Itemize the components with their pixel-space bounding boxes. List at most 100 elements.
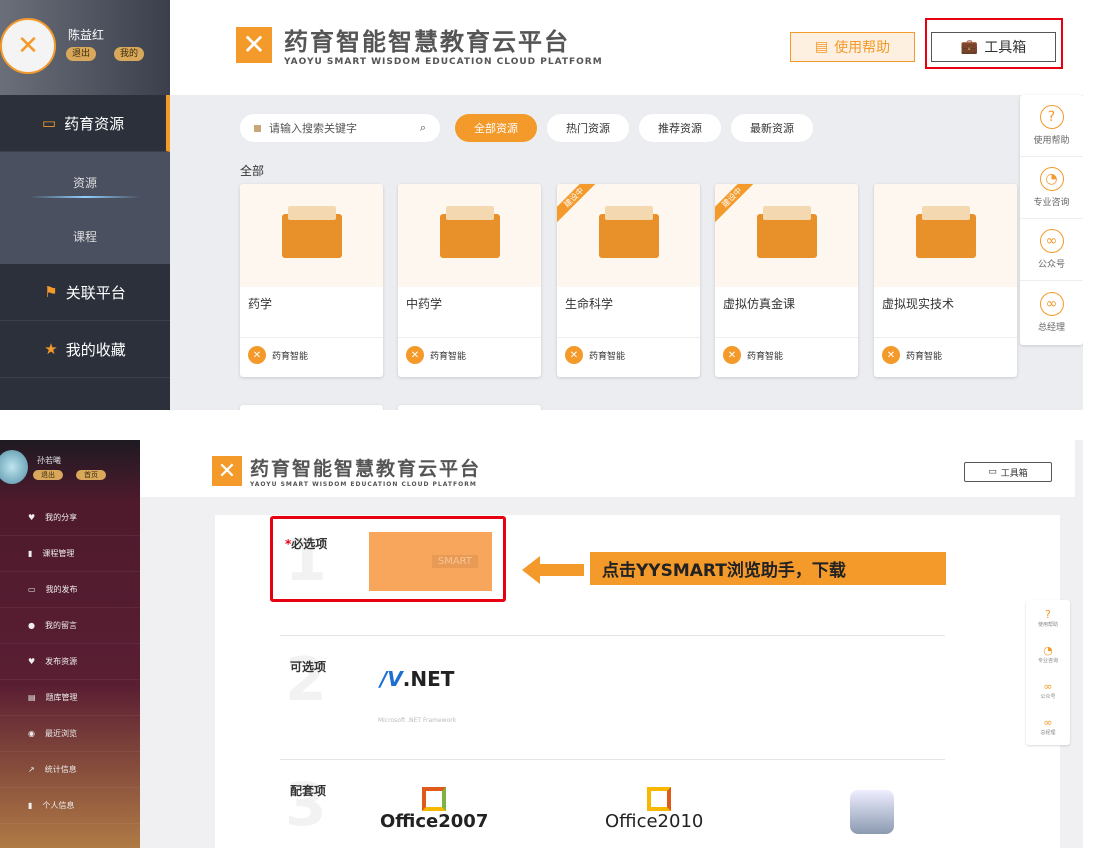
sidebar-item[interactable]: ▤ 题库管理	[0, 680, 140, 716]
qq-icon: ◔	[1039, 167, 1064, 191]
float-label: 公众号	[1040, 694, 1056, 700]
float-wechat[interactable]: ∞ 公众号	[1020, 219, 1083, 281]
dotnet-download[interactable]: /V.NET	[380, 667, 454, 691]
sub-item-resources[interactable]: 资源	[0, 174, 170, 191]
sidebar-label: 药育资源	[64, 114, 125, 133]
float-item[interactable]: ∞ 公众号	[1026, 672, 1070, 708]
filter-latest[interactable]: 最新资源	[731, 114, 813, 142]
sidebar-item[interactable]: ▭ 我的发布	[0, 572, 140, 608]
sidebar-item[interactable]: ◉ 最近浏览	[0, 716, 140, 752]
sidebar-label: 最近浏览	[44, 729, 77, 738]
highlight-box	[270, 516, 506, 602]
sub-item-courses[interactable]: 课程	[0, 228, 170, 245]
sidebar-item[interactable]: ♥ 发布资源	[0, 644, 140, 680]
callout-annotation: 点击YYSMART浏览助手，下载	[590, 552, 946, 585]
card-footer: ✕ 药育智能	[240, 337, 383, 372]
sidebar-label: 题库管理	[45, 693, 78, 702]
logout-button[interactable]: 退出	[33, 470, 63, 480]
card-footer: ✕ 药育智能	[874, 337, 1017, 372]
office2010-download[interactable]: Office2010	[605, 787, 703, 832]
user-panel: ✕ 陈益红 退出 我的	[0, 0, 170, 95]
sidebar-item-platforms[interactable]: ⚑ 关联平台	[0, 264, 170, 321]
owner-logo-icon: ✕	[882, 346, 900, 364]
float-consult[interactable]: ◔ 专业咨询	[1020, 157, 1083, 219]
float-item[interactable]: ◔ 专业咨询	[1026, 636, 1070, 672]
sidebar-item[interactable]: ♥ 我的分享	[0, 500, 140, 536]
search-icon[interactable]: ⌕	[420, 121, 426, 135]
card-owner: 药育智能	[589, 351, 626, 362]
card-image	[240, 184, 383, 287]
resource-card[interactable]: 中药学 ✕ 药育智能	[398, 184, 541, 377]
help-button[interactable]: ▤ 使用帮助	[790, 32, 915, 62]
logo-subtitle: YAOYU SMART WISDOM EDUCATION CLOUD PLATF…	[250, 481, 477, 488]
owner-logo-icon: ✕	[723, 346, 741, 364]
resource-card[interactable]: 虚拟现实技术 ✕ 药育智能	[874, 184, 1017, 377]
float-item[interactable]: ? 使用帮助	[1026, 600, 1070, 636]
qq-icon: ◔	[1043, 644, 1053, 657]
search-input[interactable]: 请输入搜索关键字 ⌕	[240, 114, 440, 142]
resource-card[interactable]: 建设中 虚拟仿真金课 ✕ 药育智能	[715, 184, 858, 377]
sidebar-item[interactable]: ● 我的留言	[0, 608, 140, 644]
sidebar-item[interactable]: ▮ 课程管理	[0, 536, 140, 572]
office2007-download[interactable]: Office2007	[380, 787, 488, 832]
float-label: 总经理	[1040, 730, 1056, 736]
sidebar-label: 发布资源	[45, 657, 78, 666]
office-icon	[422, 787, 446, 811]
optional-label: 可选项	[290, 660, 327, 674]
book-icon: ▤	[28, 693, 36, 702]
user-name: 陈益红	[68, 28, 105, 42]
sidebar: ✕ 陈益红 退出 我的 ▭ 药育资源 资源 课程 ⚑ 关联平台 ★ 我的收藏	[0, 0, 170, 410]
filter-hot[interactable]: 热门资源	[547, 114, 629, 142]
card-title: 中药学	[406, 297, 443, 311]
resource-card[interactable]: 药学 ✕ 药育智能	[240, 184, 383, 377]
sidebar-item[interactable]: ▮ 个人信息	[0, 788, 140, 824]
toolbox-button[interactable]: ▭ 工具箱	[964, 462, 1052, 482]
float-label: 使用帮助	[1037, 622, 1058, 628]
resource-card[interactable]: 建设中 生命科学 ✕ 药育智能	[557, 184, 700, 377]
card-image: 建设中	[715, 184, 858, 287]
avatar	[0, 450, 28, 484]
lock-icon: ▮	[28, 549, 33, 558]
float-help[interactable]: ? 使用帮助	[1020, 95, 1083, 157]
wechat-icon: ∞	[1043, 680, 1053, 693]
resource-card[interactable]	[240, 405, 383, 410]
card-footer: ✕ 药育智能	[398, 337, 541, 372]
home-button[interactable]: 首页	[76, 470, 106, 480]
float-label: 专业咨询	[1033, 198, 1070, 208]
question-icon: ?	[1045, 608, 1051, 621]
star-icon: ★	[44, 340, 58, 358]
question-icon: ?	[1039, 105, 1064, 129]
float-manager[interactable]: ∞ 总经理	[1020, 281, 1083, 343]
card-title: 虚拟现实技术	[882, 297, 955, 311]
logo-subtitle: YAOYU SMART WISDOM EDUCATION CLOUD PLATF…	[284, 57, 603, 67]
chart-icon: ↗	[28, 765, 35, 774]
lock-icon: ▮	[28, 801, 33, 810]
sidebar-item-resources[interactable]: ▭ 药育资源	[0, 95, 170, 152]
step-number: 2	[285, 645, 327, 715]
float-item[interactable]: ∞ 总经理	[1026, 708, 1070, 744]
toolbox-button[interactable]: 💼 工具箱	[931, 32, 1056, 62]
sidebar-item-favorites[interactable]: ★ 我的收藏	[0, 321, 170, 378]
sidebar: 孙若曦 退出 首页 ♥ 我的分享 ▮ 课程管理 ▭ 我的发布 ● 我的留言 ♥ 发布资源 ▤ 题库管理…	[0, 440, 140, 848]
tool-app-download[interactable]	[850, 790, 894, 834]
sidebar-item[interactable]: ↗ 统计信息	[0, 752, 140, 788]
office-icon	[647, 787, 671, 811]
briefcase-icon: ▭	[988, 467, 997, 477]
logout-button[interactable]: 退出	[66, 47, 97, 61]
card-title: 药学	[248, 297, 273, 311]
resource-card[interactable]	[398, 405, 541, 410]
bundled-label: 配套项	[290, 784, 327, 798]
mine-button[interactable]: 我的	[114, 47, 145, 61]
sidebar-label: 个人信息	[42, 801, 75, 810]
filter-recommended[interactable]: 推荐资源	[639, 114, 721, 142]
logo-title: 药育智能智慧教育云平台	[250, 458, 482, 480]
toolbox-label: 工具箱	[984, 40, 1027, 56]
owner-logo-icon: ✕	[248, 346, 266, 364]
logo: ✕ 药育智能智慧教育云平台 YAOYU SMART WISDOM EDUCATIO…	[236, 22, 603, 67]
card-image	[398, 184, 541, 287]
help-label: 使用帮助	[834, 40, 891, 56]
logo: ✕ 药育智能智慧教育云平台 YAOYU SMART WISDOM EDUCATIO…	[212, 454, 481, 488]
filter-all[interactable]: 全部资源	[455, 114, 537, 142]
header: ✕ 药育智能智慧教育云平台 YAOYU SMART WISDOM EDUCATIO…	[170, 0, 1083, 95]
sidebar-label: 我的分享	[45, 513, 78, 522]
